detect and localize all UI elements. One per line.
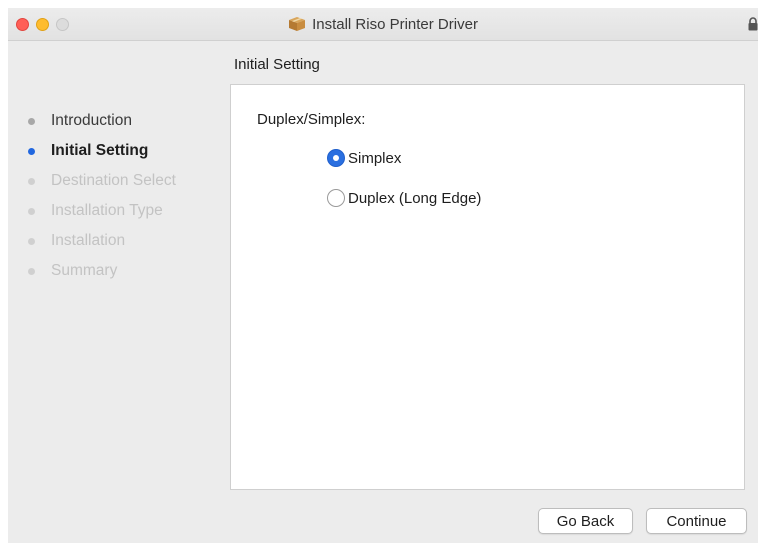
sidebar-item-introduction: Introduction [8,106,223,136]
go-back-button[interactable]: Go Back [538,508,633,534]
radio-label-simplex[interactable]: Simplex [348,150,401,167]
window-title-group: Install Riso Printer Driver [8,8,758,40]
sidebar-item-initial-setting: Initial Setting [8,136,223,166]
lock-icon [748,17,758,31]
sidebar-item-label: Introduction [51,112,132,129]
step-dot-icon [28,117,35,125]
installer-steps-sidebar: Introduction Initial Setting Destination… [8,106,223,286]
radio-unchecked-icon[interactable] [327,189,345,207]
sidebar-item-label: Installation Type [51,202,163,219]
duplex-simplex-label: Duplex/Simplex: [257,111,366,128]
sidebar-item-label: Destination Select [51,172,176,189]
sidebar-item-destination-select: Destination Select [8,166,223,196]
step-dot-icon [28,177,35,185]
step-dot-icon [28,147,35,155]
step-dot-icon [28,237,35,245]
radio-option-simplex[interactable]: Simplex [327,149,401,167]
package-icon [289,17,306,31]
continue-button[interactable]: Continue [646,508,747,534]
content-panel: Duplex/Simplex: Simplex Duplex (Long Edg… [230,84,745,490]
title-bar[interactable]: Install Riso Printer Driver [8,8,758,41]
step-dot-icon [28,267,35,275]
step-dot-icon [28,207,35,215]
radio-label-duplex-long-edge[interactable]: Duplex (Long Edge) [348,190,481,207]
window-title: Install Riso Printer Driver [312,15,478,33]
sidebar-item-installation: Installation [8,226,223,256]
radio-checked-icon[interactable] [327,149,345,167]
sidebar-item-installation-type: Installation Type [8,196,223,226]
step-heading: Initial Setting [234,56,320,73]
sidebar-item-summary: Summary [8,256,223,286]
sidebar-item-label: Installation [51,232,126,249]
radio-option-duplex-long-edge[interactable]: Duplex (Long Edge) [327,189,481,207]
sidebar-item-label: Summary [51,262,118,279]
sidebar-item-label: Initial Setting [51,142,149,159]
installer-window: Install Riso Printer Driver Initial Sett… [8,8,758,543]
